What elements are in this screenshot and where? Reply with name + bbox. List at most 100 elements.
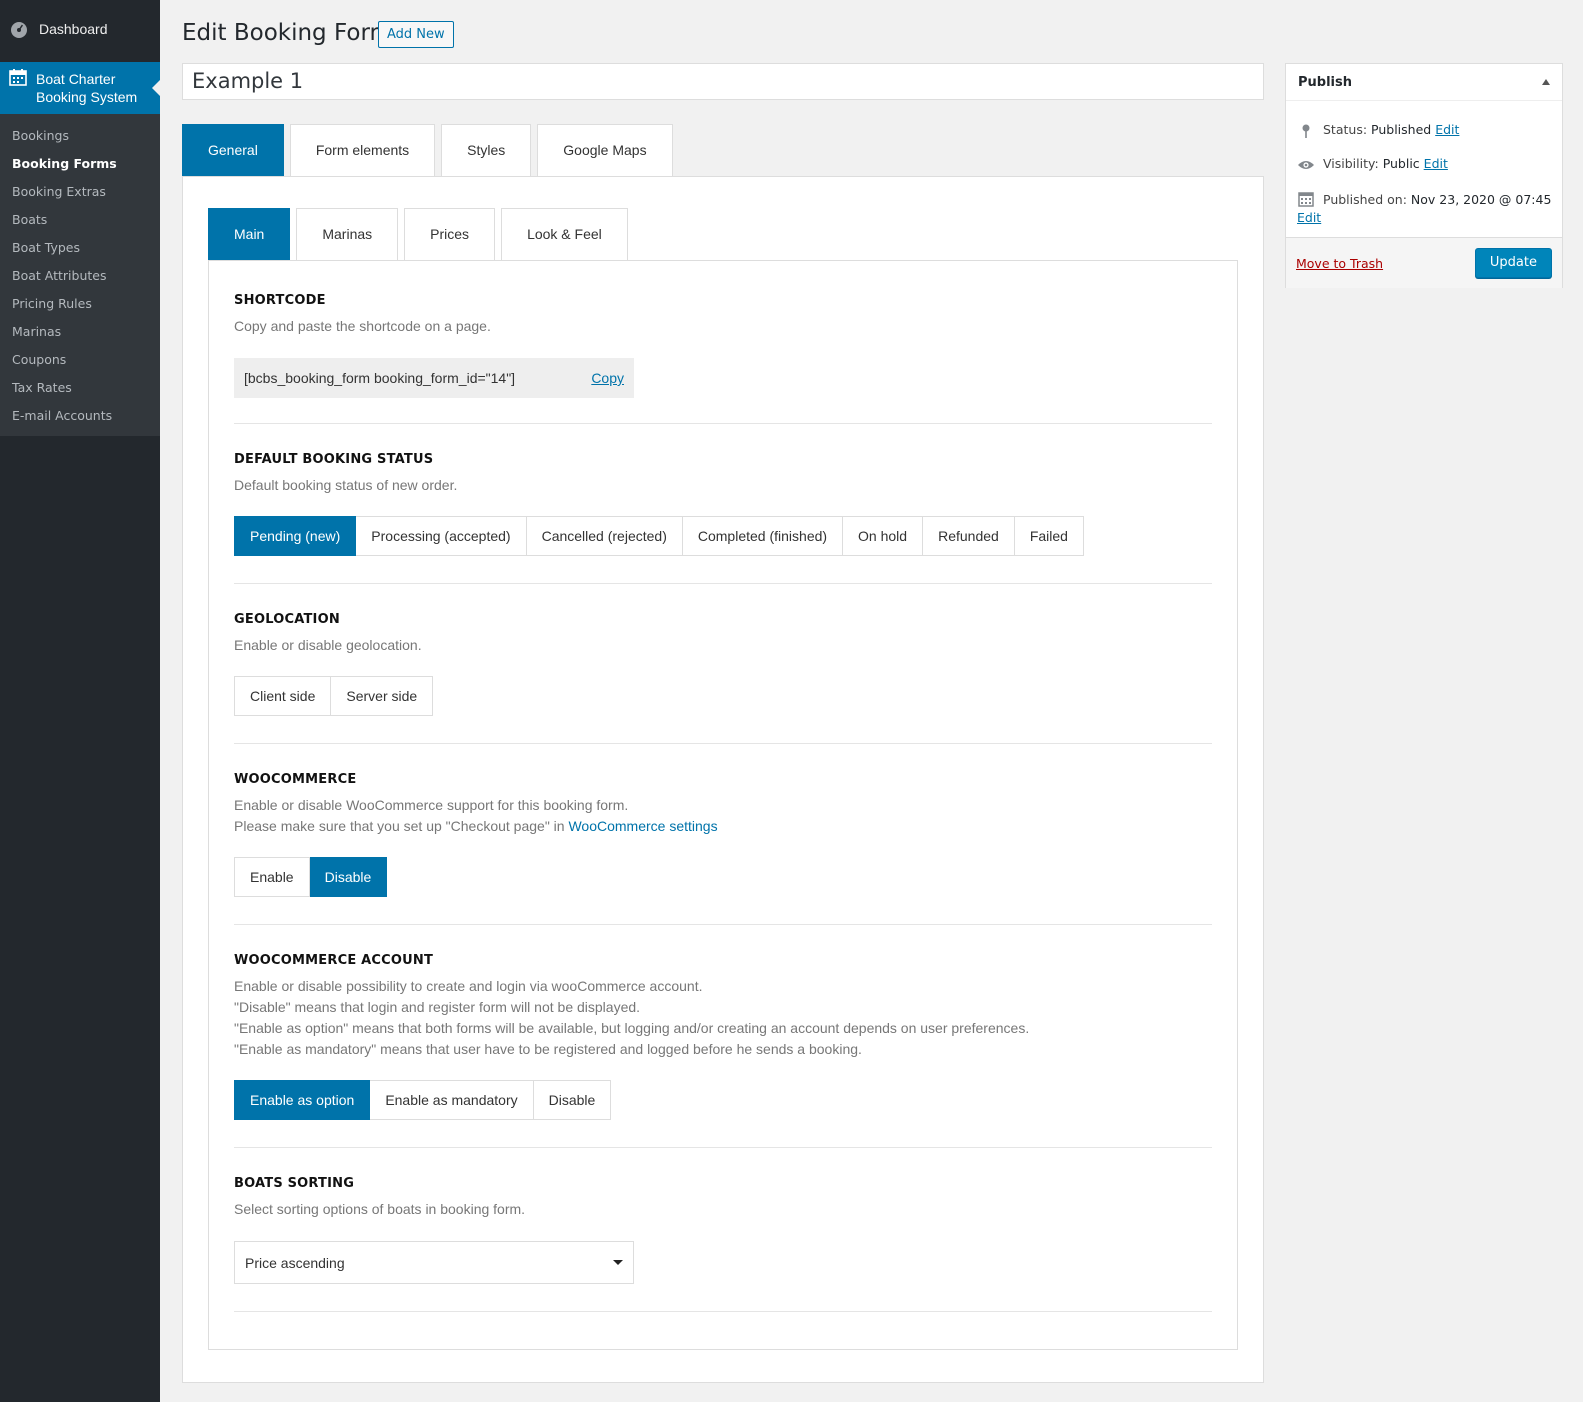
booking-status-description: Default booking status of new order. (234, 477, 458, 493)
submenu-marinas[interactable]: Marinas (0, 318, 160, 346)
inner-tabs: Main Marinas Prices Look & Feel (208, 208, 634, 261)
booking-status-heading: DEFAULT BOOKING STATUS (234, 452, 434, 467)
menu-item-dashboard[interactable]: Dashboard (0, 0, 160, 58)
status-option-pending[interactable]: Pending (new) (234, 516, 357, 556)
divider (234, 423, 1212, 424)
geolocation-option-server[interactable]: Server side (331, 676, 434, 716)
divider (234, 743, 1212, 744)
visibility-row: Visibility: Public Edit (1297, 156, 1448, 174)
menu-label-boat-charter-1: Boat Charter (36, 71, 116, 87)
woocommerce-option-disable[interactable]: Disable (309, 857, 388, 897)
published-label: Published on: (1323, 192, 1407, 207)
submenu-boat-types[interactable]: Boat Types (0, 234, 160, 262)
submenu-boat-attributes[interactable]: Boat Attributes (0, 262, 160, 290)
chevron-down-icon (613, 1260, 623, 1265)
woocommerce-account-options: Enable as option Enable as mandatory Dis… (234, 1080, 612, 1120)
menu-item-boat-charter[interactable]: Boat Charter Booking System (0, 62, 160, 114)
publish-actions: Move to Trash Update (1286, 237, 1562, 288)
status-edit-link[interactable]: Edit (1435, 122, 1459, 137)
woocommerce-account-line-2: "Disable" means that login and register … (234, 999, 641, 1015)
menu-label-dashboard: Dashboard (39, 21, 108, 37)
shortcode-description: Copy and paste the shortcode on a page. (234, 318, 491, 334)
update-button[interactable]: Update (1474, 248, 1552, 278)
woocommerce-account-section: WOOCOMMERCE ACCOUNT Enable or disable po… (234, 953, 1212, 1120)
woocommerce-settings-link[interactable]: WooCommerce settings (568, 818, 717, 834)
status-option-cancelled[interactable]: Cancelled (rejected) (526, 516, 683, 556)
divider (234, 924, 1212, 925)
status-option-refunded[interactable]: Refunded (923, 516, 1015, 556)
submenu-boats[interactable]: Boats (0, 206, 160, 234)
visibility-label: Visibility: (1323, 156, 1379, 171)
published-row: Published on: Nov 23, 2020 @ 07:45 (1297, 190, 1557, 210)
copy-link[interactable]: Copy (591, 370, 624, 386)
outer-tabs: General Form elements Styles Google Maps (182, 124, 679, 177)
geolocation-option-client[interactable]: Client side (234, 676, 332, 716)
boats-sorting-select[interactable]: Price ascending (234, 1241, 634, 1284)
boats-sorting-value: Price ascending (245, 1254, 345, 1271)
submenu-pricing-rules[interactable]: Pricing Rules (0, 290, 160, 318)
published-edit-row: Edit (1297, 210, 1321, 225)
woocommerce-note-text: Please make sure that you set up "Checko… (234, 818, 569, 834)
move-to-trash-link[interactable]: Move to Trash (1296, 256, 1383, 271)
tab-styles[interactable]: Styles (441, 124, 532, 177)
woocommerce-heading: WOOCOMMERCE (234, 772, 357, 787)
submenu-booking-forms[interactable]: Booking Forms (0, 150, 160, 178)
booking-status-section: DEFAULT BOOKING STATUS Default booking s… (234, 452, 1212, 556)
tab-main[interactable]: Main (208, 208, 291, 261)
tab-google-maps[interactable]: Google Maps (537, 124, 673, 177)
status-option-on-hold[interactable]: On hold (843, 516, 924, 556)
woocommerce-account-line-4: "Enable as mandatory" means that user ha… (234, 1041, 862, 1057)
tab-form-elements[interactable]: Form elements (289, 124, 436, 177)
post-title-input[interactable]: Example 1 (182, 63, 1264, 100)
boats-sorting-description: Select sorting options of boats in booki… (234, 1201, 526, 1217)
add-new-button[interactable]: Add New (378, 21, 454, 48)
shortcode-value: [bcbs_booking_form booking_form_id="14"] (244, 370, 516, 386)
woocommerce-account-heading: WOOCOMMERCE ACCOUNT (234, 953, 434, 968)
tab-look-and-feel[interactable]: Look & Feel (501, 208, 628, 261)
dashboard-icon (9, 19, 29, 39)
divider (234, 1311, 1212, 1312)
geolocation-heading: GEOLOCATION (234, 612, 340, 627)
account-option-disable[interactable]: Disable (533, 1080, 612, 1120)
published-value: Nov 23, 2020 @ 07:45 (1410, 192, 1552, 207)
submenu-booking-extras[interactable]: Booking Extras (0, 178, 160, 206)
submenu-email-accounts[interactable]: E-mail Accounts (0, 402, 160, 430)
tab-prices[interactable]: Prices (404, 208, 496, 261)
submenu-tax-rates[interactable]: Tax Rates (0, 374, 160, 402)
visibility-value: Public (1382, 156, 1420, 171)
tab-general[interactable]: General (182, 124, 284, 177)
submenu: Bookings Booking Forms Booking Extras Bo… (0, 114, 160, 436)
admin-sidebar: Dashboard Boat Charter Booking System Bo… (0, 0, 160, 1402)
visibility-edit-link[interactable]: Edit (1424, 156, 1448, 171)
woocommerce-note: Please make sure that you set up "Checko… (234, 816, 1212, 837)
geolocation-options: Client side Server side (234, 676, 434, 716)
tab-marinas[interactable]: Marinas (296, 208, 399, 261)
submenu-bookings[interactable]: Bookings (0, 122, 160, 150)
woocommerce-option-enable[interactable]: Enable (234, 857, 310, 897)
boats-sorting-section: BOATS SORTING Select sorting options of … (234, 1176, 1212, 1284)
account-option-enable-as-option[interactable]: Enable as option (234, 1080, 371, 1120)
calendar-icon (9, 68, 29, 88)
shortcode-box: [bcbs_booking_form booking_form_id="14"]… (234, 358, 634, 398)
publish-box: Publish Status: Published Edit Visibilit… (1285, 63, 1563, 288)
page-title: Edit Booking Form (182, 20, 392, 46)
status-option-completed[interactable]: Completed (finished) (682, 516, 844, 556)
geolocation-section: GEOLOCATION Enable or disable geolocatio… (234, 612, 1212, 716)
account-option-enable-as-mandatory[interactable]: Enable as mandatory (370, 1080, 534, 1120)
status-option-processing[interactable]: Processing (accepted) (356, 516, 527, 556)
status-label: Status: (1323, 122, 1368, 137)
published-edit-link[interactable]: Edit (1297, 210, 1321, 225)
woocommerce-account-line-3: "Enable as option" means that both forms… (234, 1020, 1030, 1036)
status-option-failed[interactable]: Failed (1014, 516, 1084, 556)
woocommerce-account-line-1: Enable or disable possibility to create … (234, 978, 703, 994)
shortcode-section: SHORTCODE Copy and paste the shortcode o… (234, 293, 1212, 398)
booking-status-options: Pending (new) Processing (accepted) Canc… (234, 516, 1084, 556)
geolocation-description: Enable or disable geolocation. (234, 637, 422, 653)
boats-sorting-heading: BOATS SORTING (234, 1176, 355, 1191)
collapse-arrow-icon[interactable] (1542, 79, 1550, 85)
publish-title: Publish (1298, 74, 1352, 90)
submenu-coupons[interactable]: Coupons (0, 346, 160, 374)
publish-header[interactable]: Publish (1286, 64, 1562, 101)
divider (234, 583, 1212, 584)
calendar-icon (1297, 190, 1315, 208)
